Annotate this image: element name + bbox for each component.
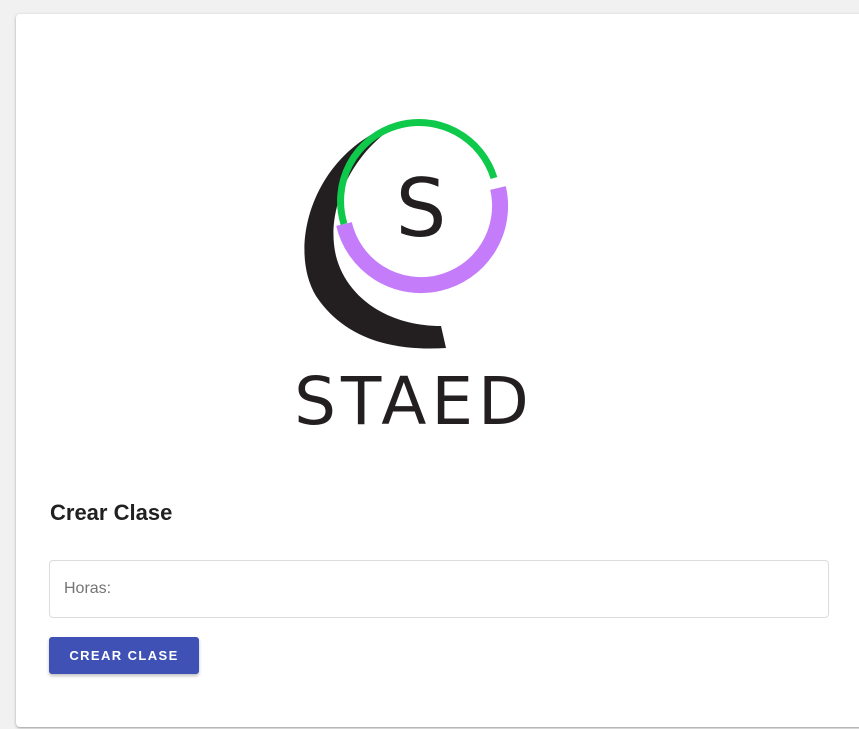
staed-logo: S STAED <box>276 106 546 436</box>
staed-logo-image: S STAED <box>294 119 534 436</box>
form-title: Crear Clase <box>50 500 173 525</box>
logo-wordmark: STAED <box>294 363 534 436</box>
main-card: S STAED Crear Clase CREAR CLASE <box>16 14 859 727</box>
hours-input[interactable] <box>50 561 828 617</box>
logo-letter: S <box>396 162 447 255</box>
crear-clase-button[interactable]: CREAR CLASE <box>49 637 199 674</box>
hours-field <box>49 560 829 618</box>
